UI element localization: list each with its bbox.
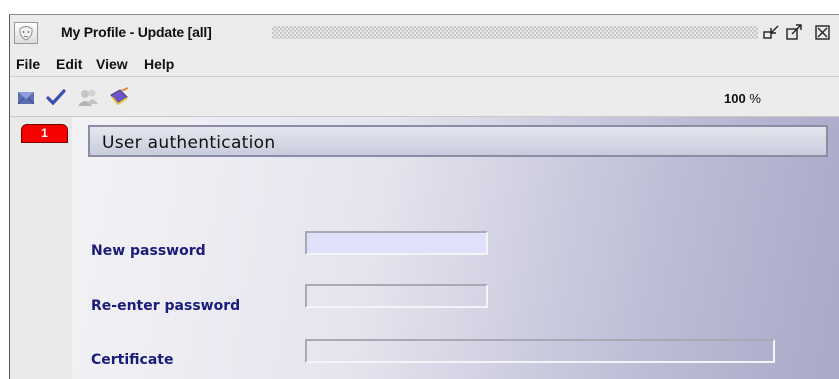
tab-rail: 1 bbox=[10, 117, 73, 379]
certificate-label: Certificate bbox=[91, 352, 174, 368]
section-header: User authentication bbox=[88, 125, 828, 157]
menu-help[interactable]: Help bbox=[144, 56, 174, 72]
window-title: My Profile - Update [all] bbox=[61, 24, 212, 40]
menu-view[interactable]: View bbox=[96, 56, 128, 72]
page-tab-1[interactable]: 1 bbox=[21, 124, 68, 143]
title-bar-grip bbox=[272, 26, 758, 39]
profile-window: My Profile - Update [all] File Edit View… bbox=[9, 14, 839, 379]
menu-edit[interactable]: Edit bbox=[56, 56, 82, 72]
section-title: User authentication bbox=[102, 133, 276, 153]
new-password-label: New password bbox=[91, 243, 206, 259]
app-face-icon bbox=[14, 22, 38, 44]
title-bar[interactable]: My Profile - Update [all] bbox=[10, 15, 839, 50]
checkmark-icon[interactable] bbox=[46, 87, 66, 107]
reenter-password-input[interactable] bbox=[305, 284, 488, 308]
users-icon[interactable] bbox=[77, 87, 98, 107]
maximize-icon[interactable] bbox=[785, 24, 803, 41]
zoom-level: 100 % bbox=[724, 91, 761, 106]
form-panel: User authentication New password Re-ente… bbox=[72, 117, 839, 379]
menu-bar: File Edit View Help bbox=[10, 49, 839, 77]
envelope-icon[interactable] bbox=[16, 87, 36, 107]
close-icon[interactable] bbox=[814, 24, 832, 41]
notebook-pencil-icon[interactable] bbox=[108, 87, 129, 107]
minimize-icon[interactable] bbox=[762, 24, 780, 41]
menu-file[interactable]: File bbox=[16, 56, 40, 72]
new-password-input[interactable] bbox=[305, 231, 488, 255]
certificate-input[interactable] bbox=[305, 339, 775, 363]
zoom-unit: % bbox=[749, 91, 761, 106]
reenter-password-label: Re-enter password bbox=[91, 298, 241, 314]
toolbar: 100 % bbox=[10, 77, 839, 117]
zoom-value: 100 bbox=[724, 91, 746, 106]
